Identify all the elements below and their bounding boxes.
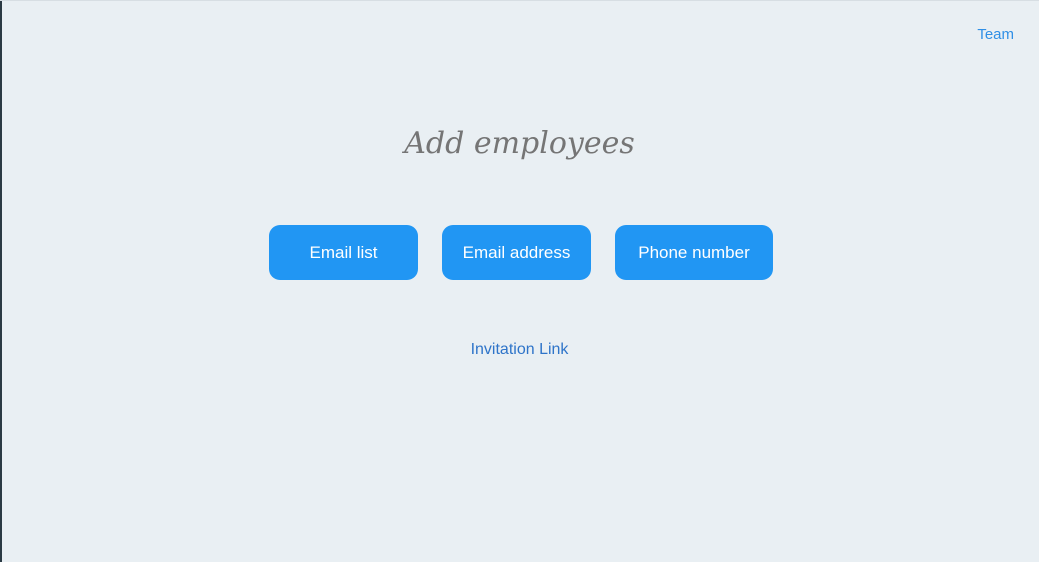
phone-number-button[interactable]: Phone number (615, 225, 773, 280)
window-left-edge (0, 0, 2, 562)
invitation-link[interactable]: Invitation Link (471, 341, 569, 358)
email-address-button[interactable]: Email address (442, 225, 591, 280)
team-link[interactable]: Team (977, 26, 1014, 44)
invitation-link-row: Invitation Link (0, 340, 1039, 359)
page-title: Add employees (404, 126, 635, 161)
window-top-edge (0, 0, 1039, 1)
email-list-button[interactable]: Email list (269, 225, 418, 280)
